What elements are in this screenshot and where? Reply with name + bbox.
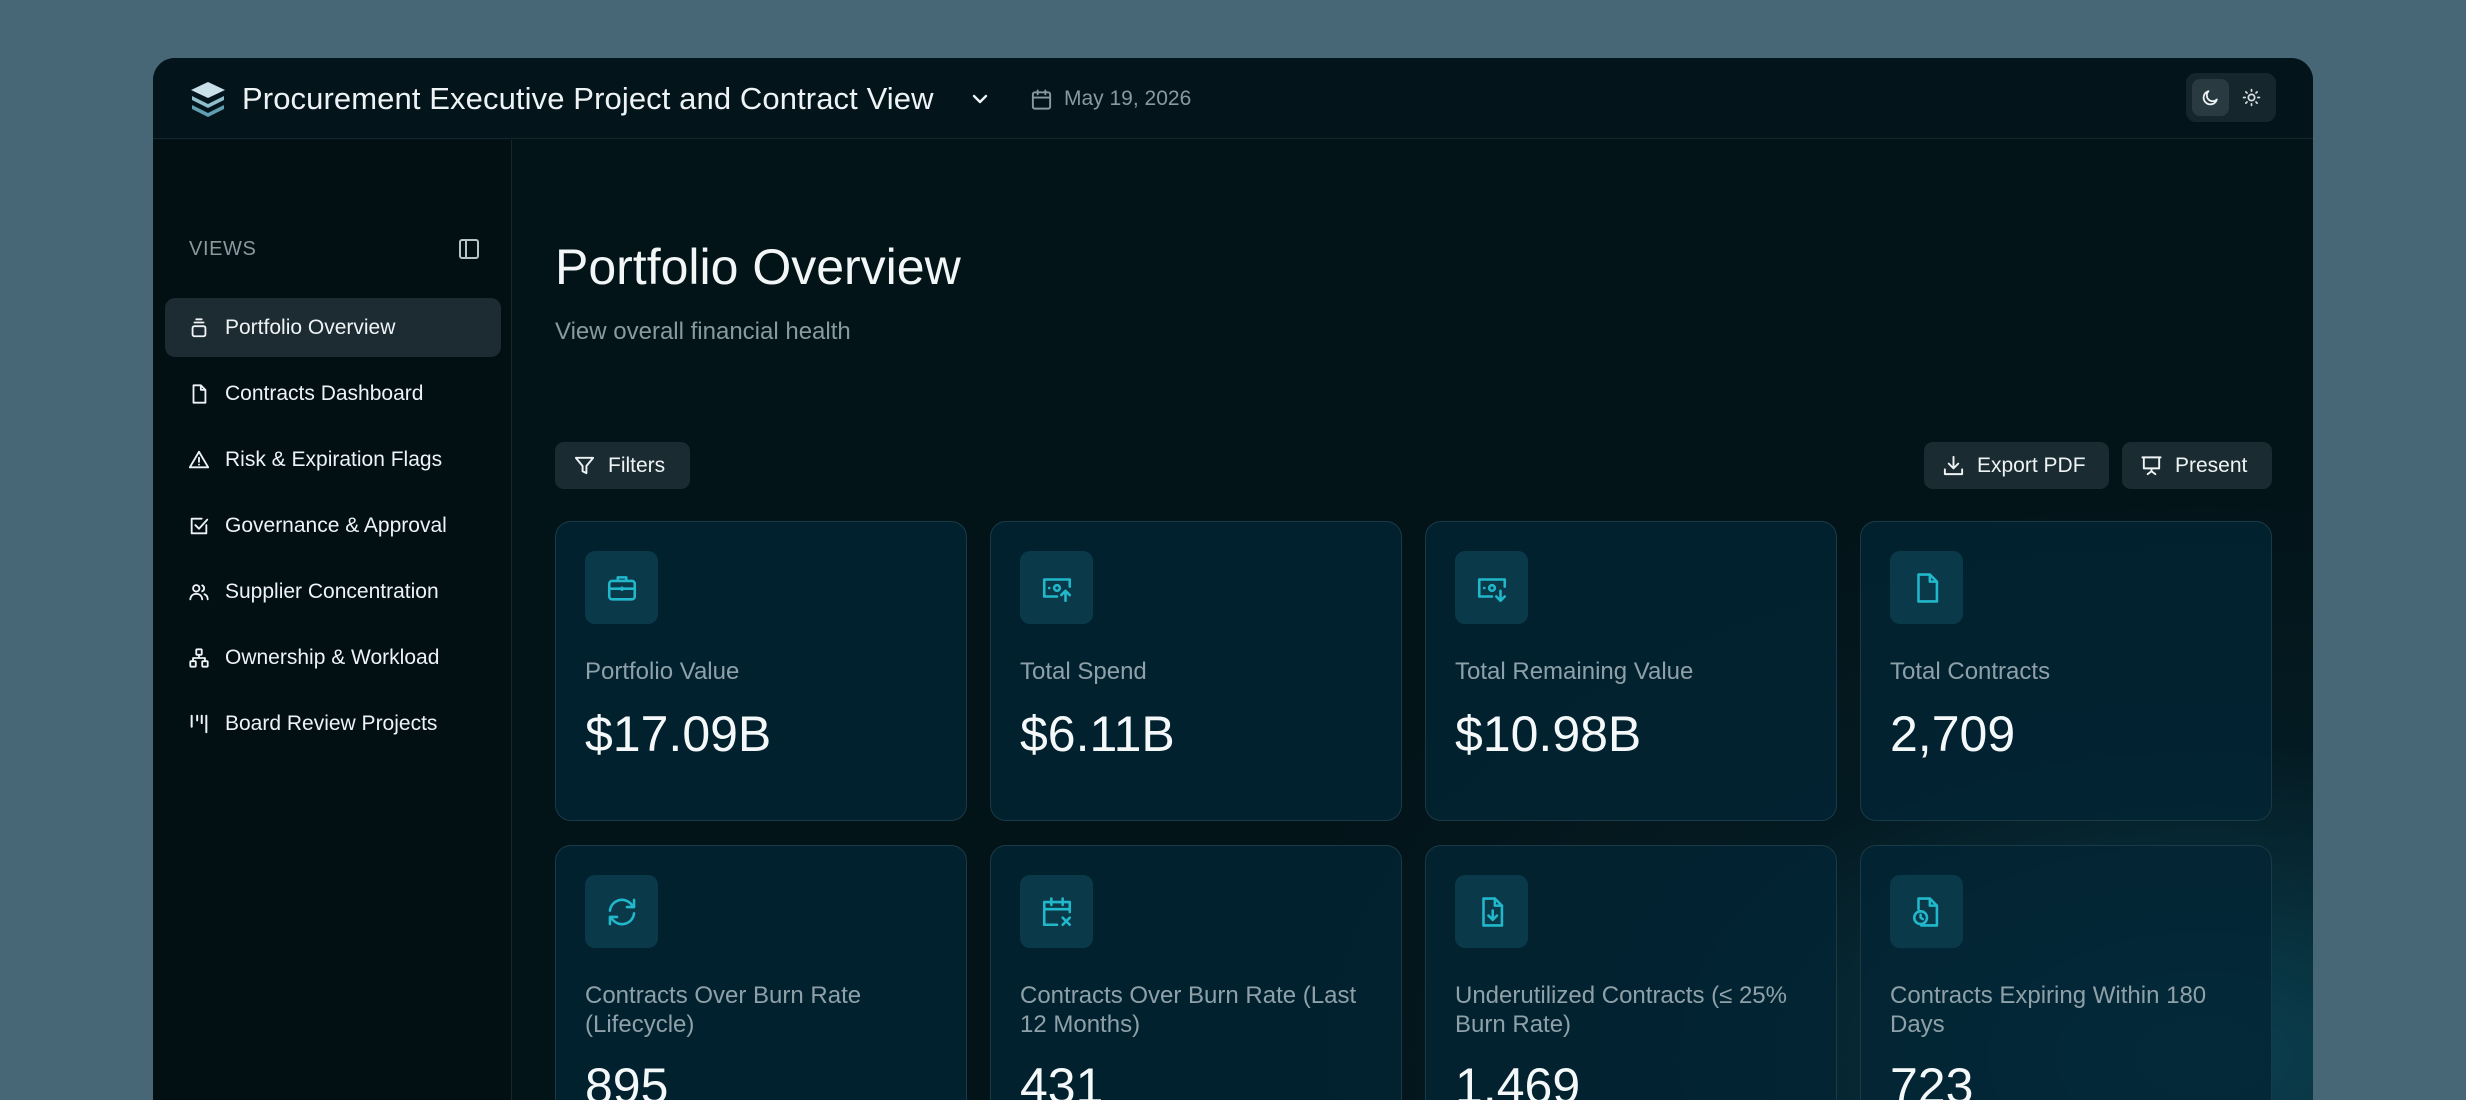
card-icon-tile <box>585 875 658 948</box>
presentation-icon <box>2141 456 2162 476</box>
kpi-label: Total Contracts <box>1890 658 2051 685</box>
kpi-value: 1,469 <box>1455 1058 1581 1100</box>
kpi-card-total-contracts[interactable]: Total Contracts 2,709 <box>1860 521 2272 821</box>
calendar-x-icon <box>1042 896 1071 926</box>
sidebar-item-label: Portfolio Overview <box>225 315 396 339</box>
export-pdf-button[interactable]: Export PDF <box>1924 442 2109 489</box>
kpi-label: Contracts Expiring Within 180 Days <box>1890 982 2207 1038</box>
filters-button[interactable]: Filters <box>555 442 690 489</box>
kpi-value: 431 <box>1020 1058 1104 1100</box>
sidebar-item-label: Supplier Concentration <box>225 579 439 603</box>
kpi-card-portfolio-value[interactable]: Portfolio Value $17.09B <box>555 521 967 821</box>
money-up-icon <box>1042 577 1071 602</box>
light-mode-button[interactable] <box>2233 79 2270 116</box>
kpi-value: $6.11B <box>1020 706 1175 762</box>
kpi-card-expiring-180-days[interactable]: Contracts Expiring Within 180 Days 723 <box>1860 845 2272 1100</box>
money-down-icon <box>1477 577 1506 602</box>
kpi-card-total-spend[interactable]: Total Spend $6.11B <box>990 521 1402 821</box>
kpi-card-total-remaining-value[interactable]: Total Remaining Value $10.98B <box>1425 521 1837 821</box>
date-display: May 19, 2026 <box>1030 82 1191 116</box>
kpi-card-over-burn-lifecycle[interactable]: Contracts Over Burn Rate (Lifecycle) 895 <box>555 845 967 1100</box>
file-clock-icon <box>1912 896 1938 927</box>
sun-icon <box>2242 88 2261 107</box>
chevron-down-icon[interactable] <box>968 87 992 111</box>
kpi-value: $17.09B <box>585 706 772 762</box>
layers-logo-icon <box>191 82 225 117</box>
sidebar-item-label: Board Review Projects <box>225 711 438 735</box>
sidebar-item-board-review[interactable]: Board Review Projects <box>165 694 501 753</box>
present-label: Present <box>2175 453 2248 477</box>
sidebar-item-label: Governance & Approval <box>225 513 447 537</box>
kpi-label: Total Spend <box>1020 658 1147 685</box>
kpi-value: 723 <box>1890 1058 1974 1100</box>
sidebar-section-label: VIEWS <box>189 238 257 260</box>
kpi-label: Portfolio Value <box>585 658 740 685</box>
download-icon <box>1943 455 1964 476</box>
current-date: May 19, 2026 <box>1064 87 1192 110</box>
kanban-icon <box>190 714 208 733</box>
sidebar-item-contracts-dashboard[interactable]: Contracts Dashboard <box>165 364 501 423</box>
sidebar-item-label: Contracts Dashboard <box>225 381 424 405</box>
sidebar-item-portfolio-overview[interactable]: Portfolio Overview <box>165 298 501 357</box>
refresh-icon <box>608 898 635 925</box>
sidebar-item-supplier-concentration[interactable]: Supplier Concentration <box>165 562 501 621</box>
card-icon-tile <box>1455 551 1528 624</box>
kpi-label: Total Remaining Value <box>1455 658 1694 685</box>
sidebar: VIEWS Portfolio Overview Contracts Dashb… <box>153 140 512 1100</box>
kpi-label: Contracts Over Burn Rate (Lifecycle) <box>585 982 862 1038</box>
export-pdf-label: Export PDF <box>1977 453 2086 477</box>
kpi-label: Underutilized Contracts (≤ 25% Burn Rate… <box>1455 982 1787 1038</box>
kpi-value: 2,709 <box>1890 706 2016 762</box>
sidebar-item-label: Ownership & Workload <box>225 645 440 669</box>
card-icon-tile <box>1020 551 1093 624</box>
sidebar-item-label: Risk & Expiration Flags <box>225 447 443 471</box>
present-button[interactable]: Present <box>2122 442 2272 489</box>
network-icon <box>189 647 209 668</box>
sidebar-item-governance-approval[interactable]: Governance & Approval <box>165 496 501 555</box>
card-icon-tile <box>1020 875 1093 948</box>
card-icon-tile <box>1890 551 1963 624</box>
layers-icon <box>191 317 207 337</box>
kpi-card-over-burn-12-months[interactable]: Contracts Over Burn Rate (Last 12 Months… <box>990 845 1402 1100</box>
filters-label: Filters <box>608 453 666 477</box>
file-icon <box>192 383 207 404</box>
sidebar-collapse-icon[interactable] <box>457 237 481 261</box>
check-square-icon <box>190 517 209 534</box>
moon-icon <box>2202 90 2218 106</box>
kpi-label: Contracts Over Burn Rate (Last 12 Months… <box>1020 982 1357 1038</box>
main-content: Portfolio Overview View overall financia… <box>513 140 2313 1100</box>
app-title[interactable]: Procurement Executive Project and Contra… <box>242 78 934 120</box>
card-icon-tile <box>1455 875 1528 948</box>
sidebar-nav: Portfolio Overview Contracts Dashboard R… <box>165 298 501 760</box>
card-icon-tile <box>1890 875 1963 948</box>
page-title: Portfolio Overview <box>555 239 961 295</box>
top-bar: Procurement Executive Project and Contra… <box>153 58 2313 139</box>
calendar-icon <box>1031 88 1052 110</box>
kpi-value: $10.98B <box>1455 706 1642 762</box>
filter-icon <box>574 456 595 475</box>
alert-triangle-icon <box>188 450 210 468</box>
file-icon <box>1916 572 1938 603</box>
theme-toggle[interactable] <box>2186 73 2276 122</box>
sidebar-item-risk-expiration[interactable]: Risk & Expiration Flags <box>165 430 501 489</box>
kpi-value: 895 <box>585 1058 669 1100</box>
briefcase-icon <box>607 575 636 601</box>
card-icon-tile <box>585 551 658 624</box>
app-window: Procurement Executive Project and Contra… <box>153 58 2313 1100</box>
sidebar-item-ownership-workload[interactable]: Ownership & Workload <box>165 628 501 687</box>
page-subtitle: View overall financial health <box>555 318 851 345</box>
file-down-icon <box>1481 896 1503 927</box>
users-icon <box>189 583 209 600</box>
kpi-card-underutilized[interactable]: Underutilized Contracts (≤ 25% Burn Rate… <box>1425 845 1837 1100</box>
dark-mode-button[interactable] <box>2192 79 2229 116</box>
